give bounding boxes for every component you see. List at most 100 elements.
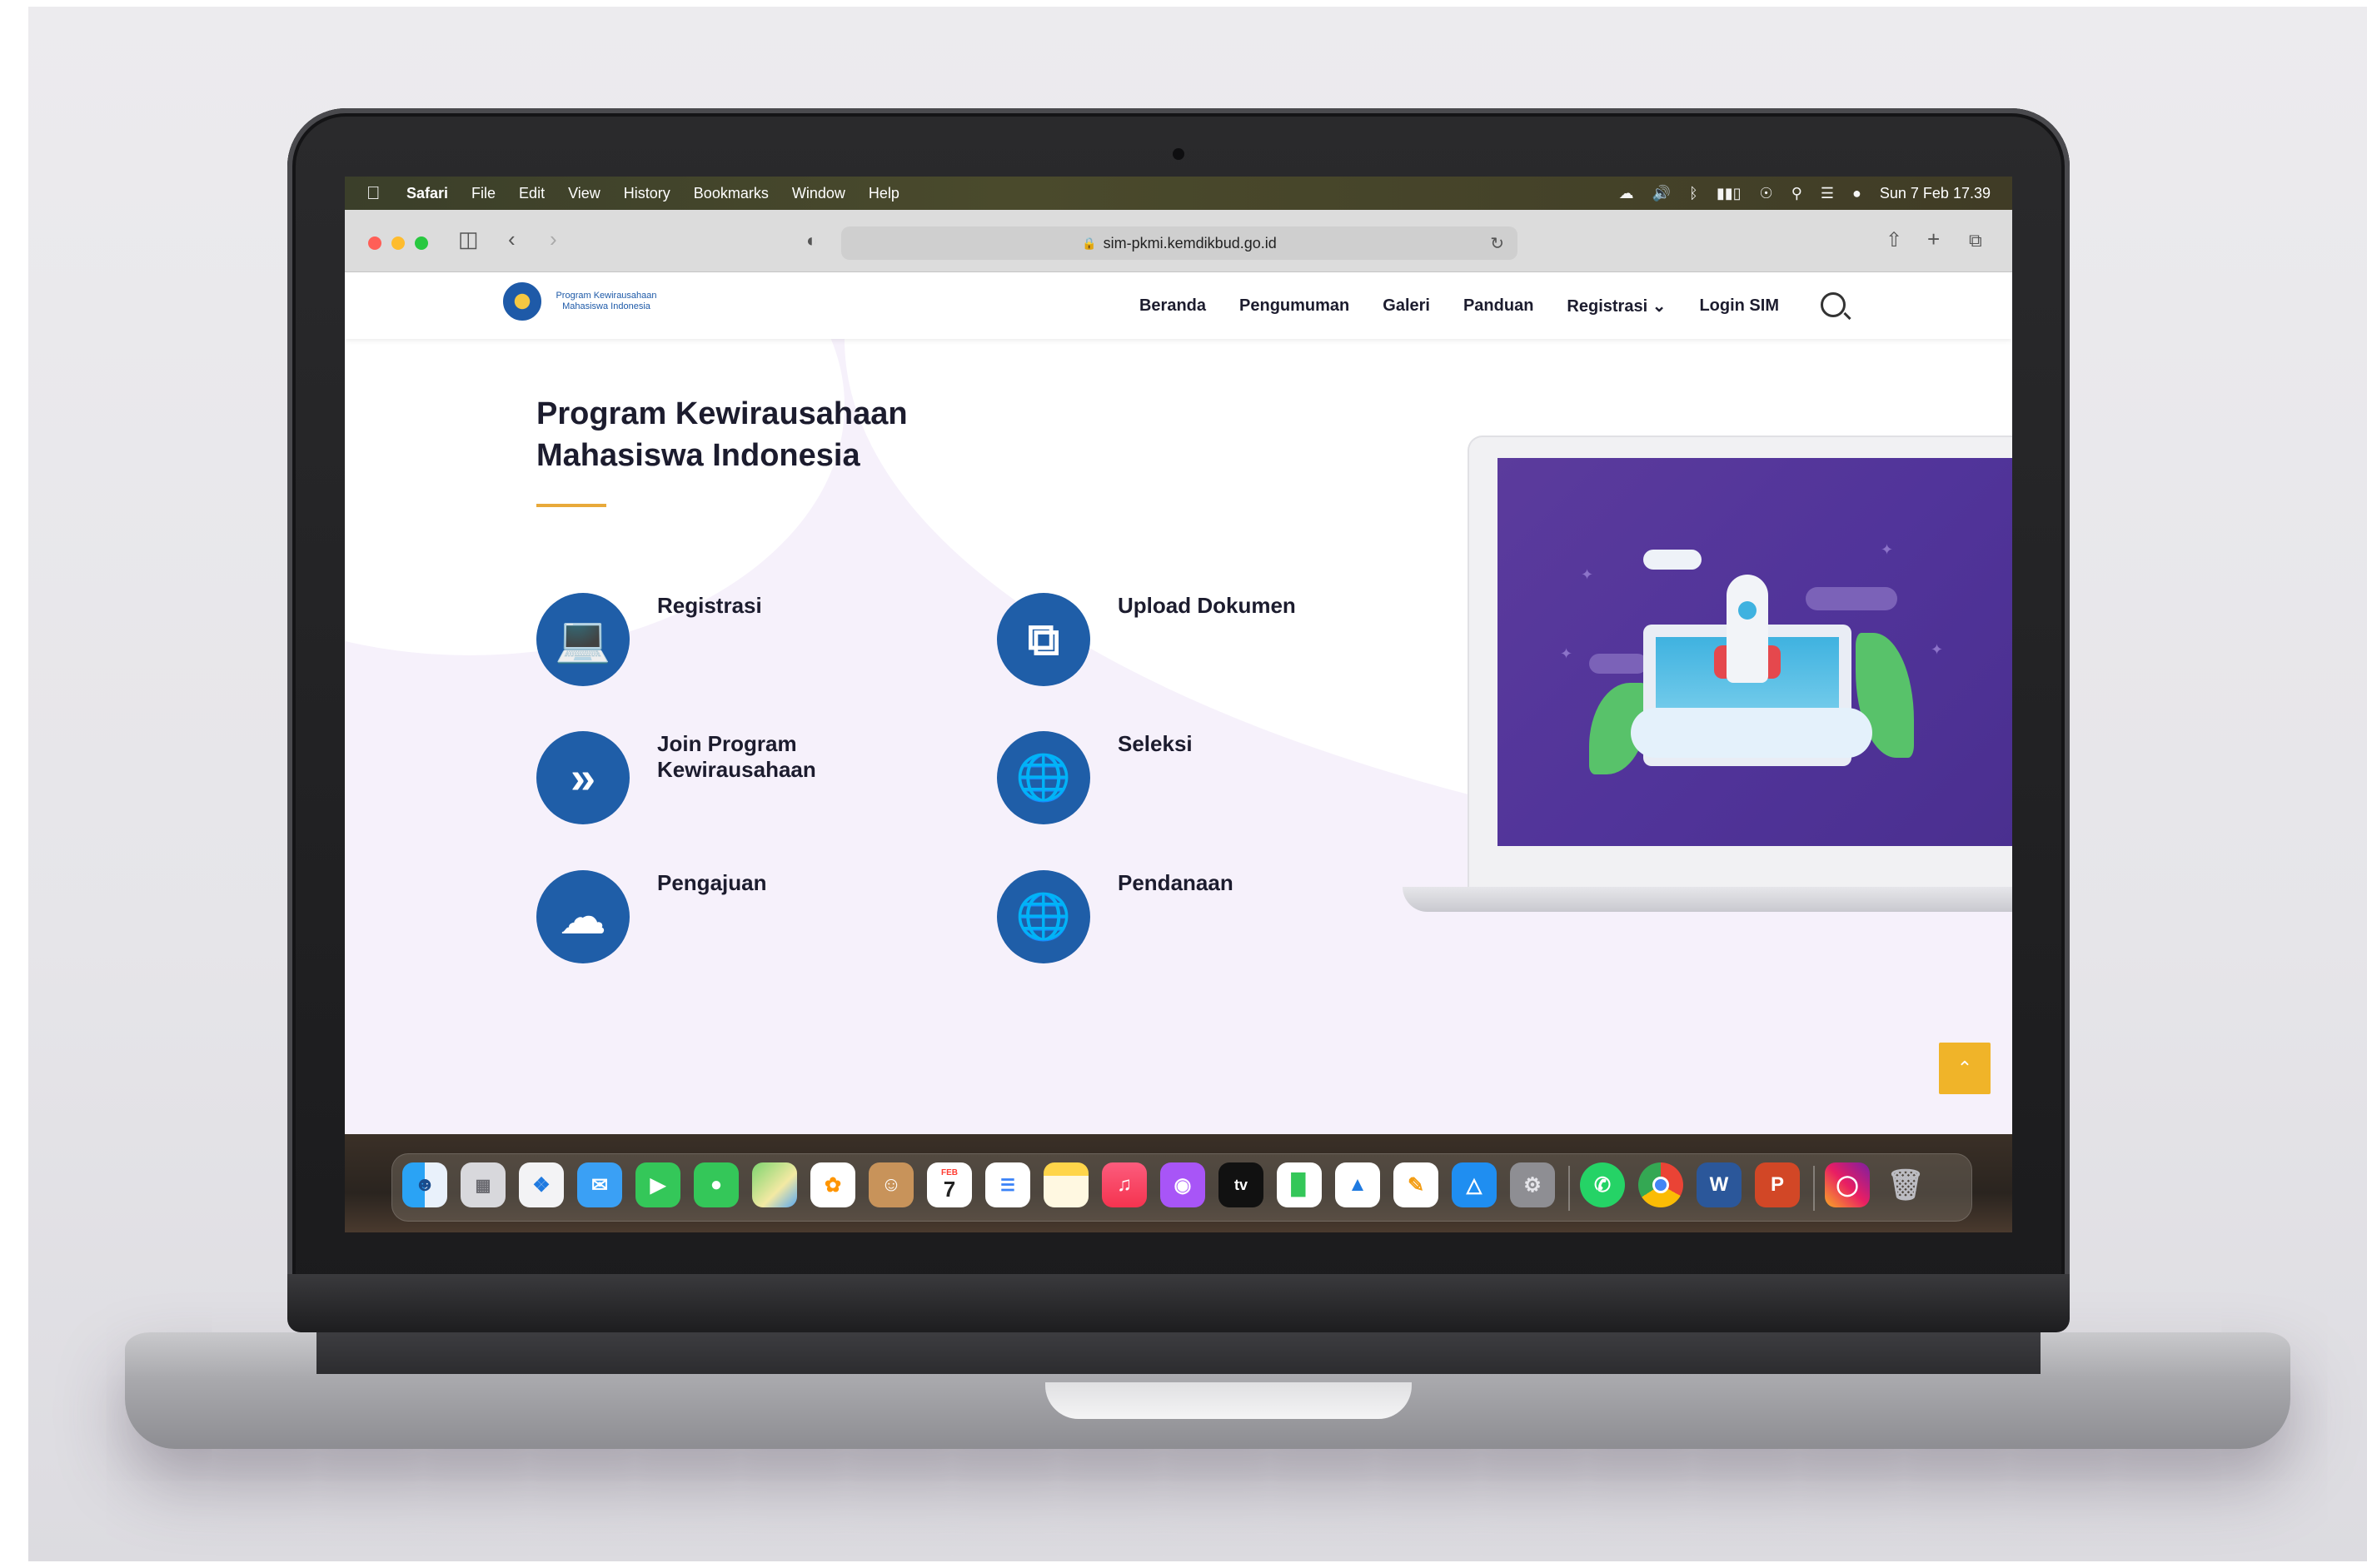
launchpad-icon[interactable]: ▦ <box>461 1162 506 1207</box>
nav-login-sim[interactable]: Login SIM <box>1699 296 1779 316</box>
word-icon[interactable]: W <box>1697 1162 1742 1207</box>
menu-help[interactable]: Help <box>869 185 899 202</box>
site-logo[interactable]: Program Kewirausahaan Mahasiswa Indonesi… <box>503 282 665 321</box>
notes-icon[interactable] <box>1044 1162 1089 1207</box>
powerpoint-icon[interactable]: P <box>1755 1162 1800 1207</box>
feature-pengajuan[interactable]: ☁ Pengajuan <box>536 870 986 970</box>
photos-icon[interactable]: ✿ <box>810 1162 855 1207</box>
close-window-icon[interactable] <box>368 236 381 250</box>
new-tab-icon[interactable]: + <box>1927 226 1940 252</box>
chevron-up-icon: ⌃ <box>1956 1058 1973 1078</box>
app-store-icon[interactable]: △ <box>1452 1162 1497 1207</box>
numbers-icon[interactable]: ▉ <box>1277 1162 1322 1207</box>
cloud-decoration <box>1643 550 1702 570</box>
dock-separator <box>1813 1166 1815 1211</box>
double-chevron-icon: » <box>536 731 630 824</box>
rocket-icon <box>1727 575 1768 683</box>
zoom-window-icon[interactable] <box>415 236 428 250</box>
reload-icon[interactable]: ↻ <box>1490 233 1504 254</box>
menubar-clock[interactable]: Sun 7 Feb 17.39 <box>1880 185 1991 202</box>
siri-icon[interactable]: ● <box>1852 185 1861 202</box>
feature-label: Pengajuan <box>657 870 767 895</box>
word-letter: W <box>1709 1173 1729 1196</box>
laptop-bezel-bottom <box>287 1274 2070 1332</box>
sidebar-toggle-icon[interactable]: ◫ <box>458 226 479 252</box>
star-decoration: ✦ <box>1581 566 1594 583</box>
menu-window[interactable]: Window <box>792 185 845 202</box>
star-decoration: ✦ <box>1560 645 1573 662</box>
facetime-icon[interactable]: ▶ <box>635 1162 680 1207</box>
music-icon[interactable]: ♫ <box>1102 1162 1147 1207</box>
feature-label: Registrasi <box>657 593 762 618</box>
nav-galeri[interactable]: Galeri <box>1383 296 1430 316</box>
laptop-icon: 💻 <box>536 593 630 686</box>
nav-beranda[interactable]: Beranda <box>1139 296 1206 316</box>
pages-icon[interactable]: ✎ <box>1393 1162 1438 1207</box>
forward-icon[interactable]: › <box>550 226 557 252</box>
calendar-icon[interactable]: FEB 7 <box>927 1162 972 1207</box>
scroll-to-top-button[interactable]: ⌃ <box>1939 1043 1991 1094</box>
screen:  Safari File Edit View History Bookmark… <box>345 177 2012 1232</box>
minimize-window-icon[interactable] <box>391 236 405 250</box>
menu-file[interactable]: File <box>471 185 496 202</box>
whatsapp-icon[interactable]: ✆ <box>1580 1162 1625 1207</box>
apple-icon[interactable]:  <box>366 182 383 204</box>
calendar-day: 7 <box>943 1177 956 1202</box>
nav-panduan[interactable]: Panduan <box>1463 296 1533 316</box>
wifi-icon[interactable]: ☉ <box>1760 185 1773 202</box>
back-icon[interactable]: ‹ <box>508 226 516 252</box>
menu-view[interactable]: View <box>568 185 600 202</box>
bluetooth-icon[interactable]: ᛒ <box>1689 185 1698 202</box>
system-preferences-icon[interactable]: ⚙ <box>1510 1162 1555 1207</box>
address-url: sim-pkmi.kemdikbud.go.id <box>1103 234 1277 251</box>
privacy-shield-icon[interactable]: ◐ <box>806 230 817 251</box>
web-page: Program Kewirausahaan Mahasiswa Indonesi… <box>345 272 2012 1134</box>
control-center-icon[interactable]: ☰ <box>1821 185 1834 202</box>
tv-label: tv <box>1233 1176 1248 1193</box>
menu-edit[interactable]: Edit <box>519 185 545 202</box>
spotlight-icon[interactable]: ⚲ <box>1791 185 1802 202</box>
share-icon[interactable]: ⇧ <box>1886 228 1902 252</box>
mail-icon[interactable]: ✉ <box>577 1162 622 1207</box>
menu-bookmarks[interactable]: Bookmarks <box>694 185 769 202</box>
icloud-icon[interactable]: ☁ <box>1619 185 1634 202</box>
contacts-icon[interactable]: ☺ <box>869 1162 914 1207</box>
tut-wuri-seal-icon <box>503 282 541 321</box>
address-bar[interactable]: 🔒 sim-pkmi.kemdikbud.go.id ↻ <box>841 226 1517 260</box>
volume-icon[interactable]: 🔊 <box>1652 185 1671 202</box>
maps-icon[interactable] <box>752 1162 797 1207</box>
podcasts-icon[interactable]: ◉ <box>1160 1162 1205 1207</box>
search-icon[interactable] <box>1821 292 1846 317</box>
lock-icon: 🔒 <box>1082 236 1097 250</box>
cloud-upload-icon: ☁ <box>536 870 630 963</box>
feature-pendanaan[interactable]: 🌐 Pendanaan <box>997 870 1447 970</box>
feature-join-program[interactable]: » Join Program Kewirausahaan <box>536 731 986 831</box>
trash-icon[interactable]: 🗑 <box>1883 1162 1928 1207</box>
reminders-icon[interactable]: ☰ <box>985 1162 1030 1207</box>
nav-registrasi[interactable]: Registrasi ⌄ <box>1567 296 1666 316</box>
copy-icon: ⧉ <box>997 593 1090 686</box>
nav-pengumuman[interactable]: Pengumuman <box>1239 296 1349 316</box>
apple-tv-icon[interactable]: tv <box>1218 1162 1263 1207</box>
safari-toolbar: ◫ ‹ › ◐ 🔒 sim-pkmi.kemdikbud.go.id ↻ ⇧ +… <box>345 210 2012 272</box>
tab-overview-icon[interactable]: ⧉ <box>1969 230 1982 251</box>
chrome-icon[interactable] <box>1638 1162 1683 1207</box>
camera-icon <box>1173 148 1184 160</box>
site-navbar: Program Kewirausahaan Mahasiswa Indonesi… <box>345 272 2012 339</box>
feature-registrasi[interactable]: 💻 Registrasi <box>536 593 986 693</box>
instagram-icon[interactable]: ◯ <box>1825 1162 1870 1207</box>
safari-icon[interactable]: ❖ <box>519 1162 564 1207</box>
menu-app-name[interactable]: Safari <box>406 185 448 202</box>
star-decoration: ✦ <box>1931 641 1944 658</box>
battery-icon[interactable]: ▮▮▯ <box>1717 185 1742 202</box>
feature-seleksi[interactable]: 🌐 Seleksi <box>997 731 1447 831</box>
messages-icon[interactable]: ● <box>694 1162 739 1207</box>
feature-upload-dokumen[interactable]: ⧉ Upload Dokumen <box>997 593 1447 693</box>
dock-separator <box>1568 1166 1570 1211</box>
hero-title: Program Kewirausahaan Mahasiswa Indonesi… <box>536 396 908 473</box>
menu-history[interactable]: History <box>624 185 670 202</box>
keynote-icon[interactable]: ▲ <box>1335 1162 1380 1207</box>
finder-icon[interactable]: ☻ <box>402 1162 447 1207</box>
macos-dock: ☻ ▦ ❖ ✉ ▶ ● ✿ ☺ FEB 7 ☰ ♫ ◉ tv ▉ ▲ ✎ △ ⚙… <box>391 1153 1972 1222</box>
feature-label: Join Program Kewirausahaan <box>657 731 816 782</box>
